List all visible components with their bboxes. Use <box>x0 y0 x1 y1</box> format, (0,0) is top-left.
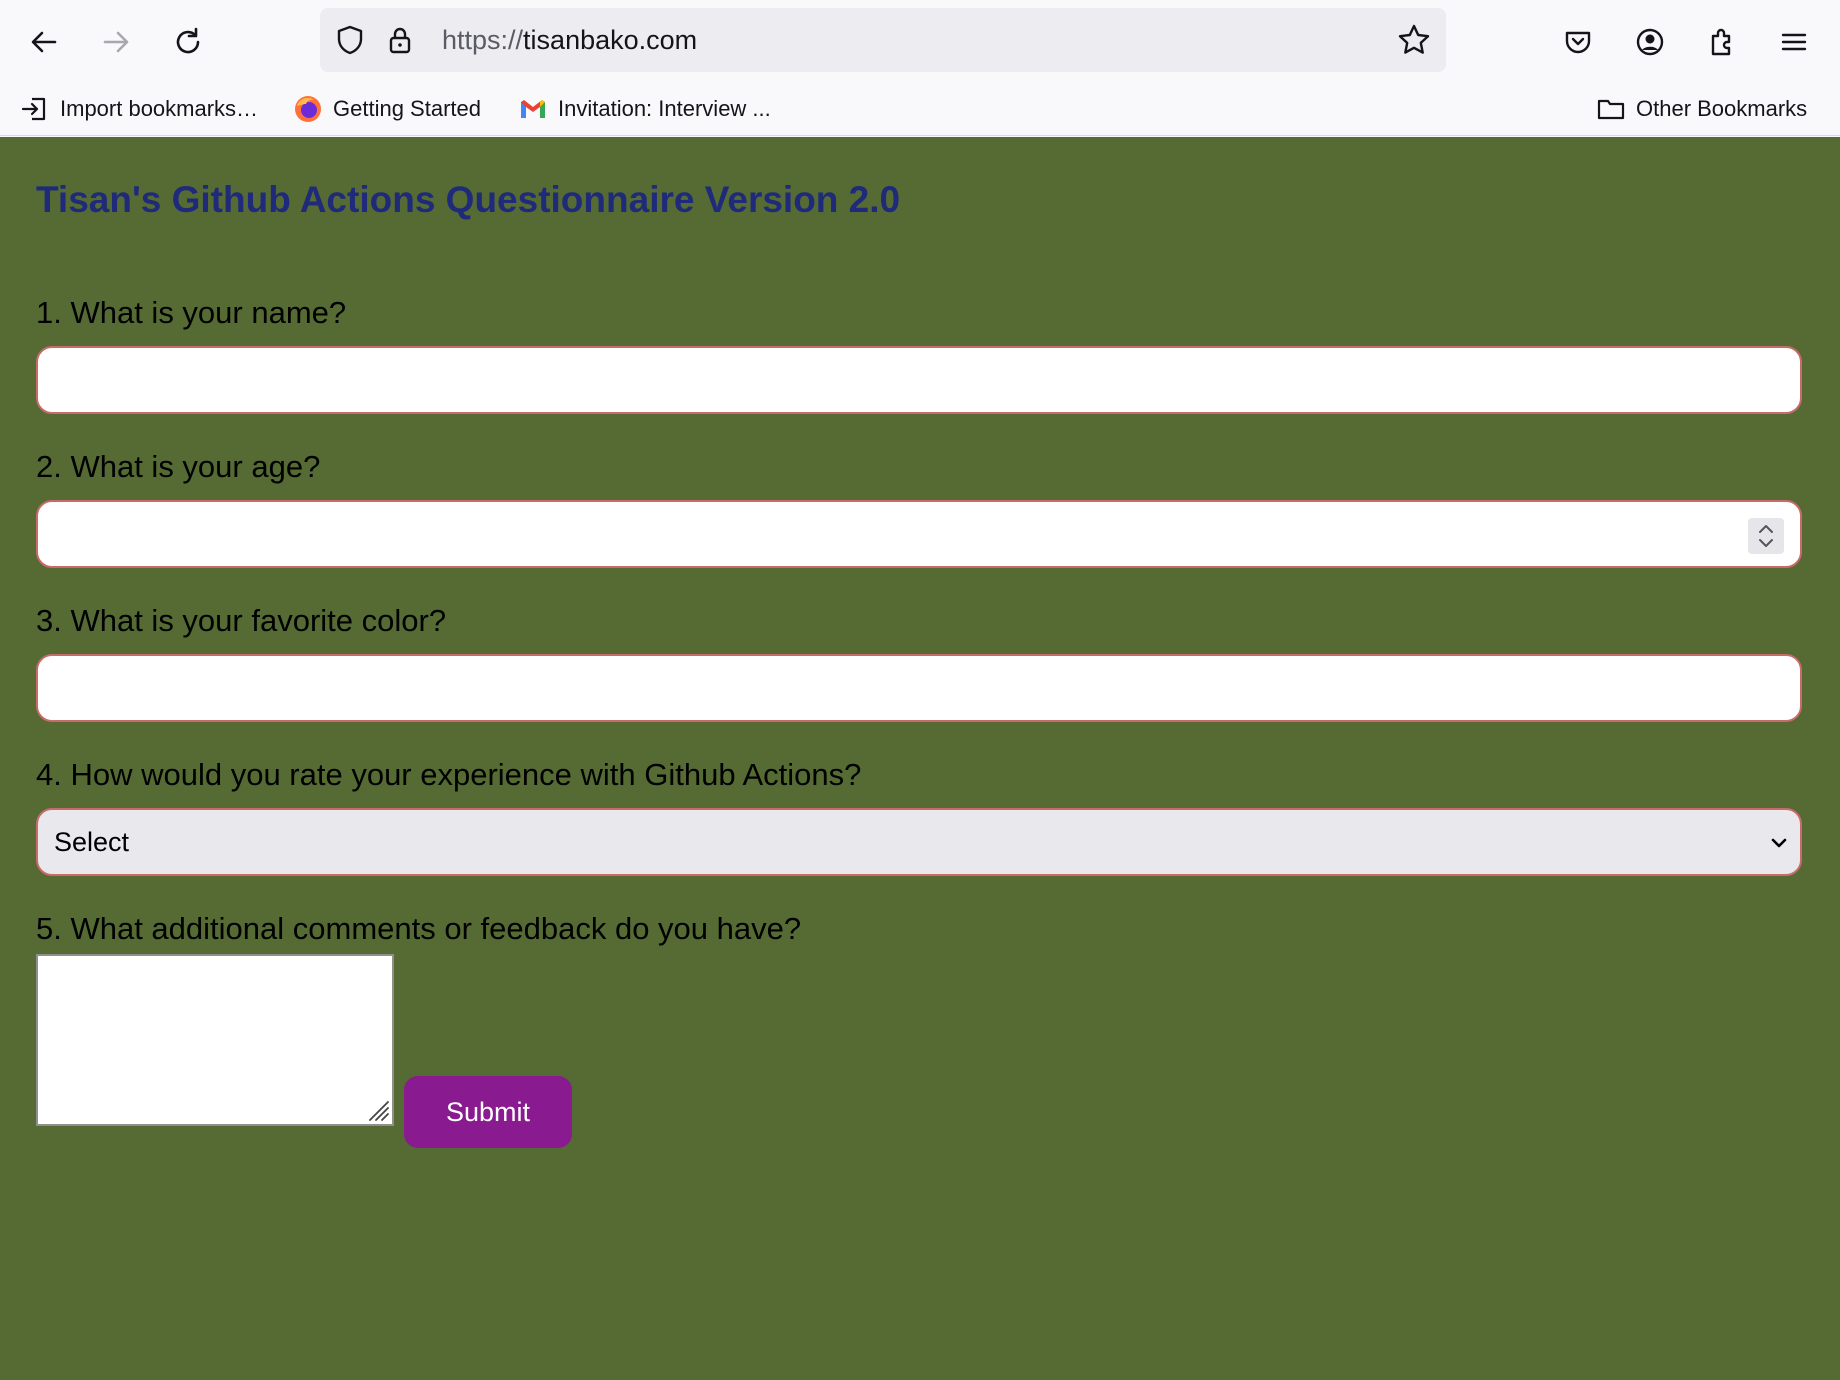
back-arrow-icon <box>31 31 57 53</box>
bookmark-label: Getting Started <box>333 96 481 121</box>
question-color-label: 3. What is your favorite color? <box>36 603 447 638</box>
forward-arrow-icon <box>103 31 129 53</box>
extensions-button[interactable] <box>1698 18 1746 66</box>
hamburger-menu-icon <box>1781 33 1807 51</box>
age-spinner[interactable] <box>1748 518 1784 554</box>
import-icon <box>21 97 46 121</box>
puzzle-piece-icon <box>1711 28 1731 56</box>
name-input[interactable] <box>36 346 1802 414</box>
bookmark-import[interactable]: Import bookmarks… <box>20 82 258 136</box>
bookmark-star-icon[interactable] <box>1396 22 1432 58</box>
bookmark-label: Invitation: Interview ... <box>558 96 771 121</box>
question-age-label: 2. What is your age? <box>36 449 321 484</box>
experience-select[interactable]: Select <box>36 808 1802 876</box>
account-icon <box>1636 28 1664 56</box>
favorite-color-input[interactable] <box>36 654 1802 722</box>
bookmark-getting-started[interactable]: Getting Started <box>293 82 481 136</box>
other-bookmarks-label: Other Bookmarks <box>1636 96 1808 121</box>
submit-button[interactable]: Submit <box>404 1076 572 1148</box>
bookmark-label: Import bookmarks… <box>60 96 259 121</box>
bookmark-invitation[interactable]: Invitation: Interview ... <box>518 82 771 136</box>
up-down-arrows-icon <box>1759 525 1773 547</box>
comments-textarea[interactable] <box>36 954 394 1126</box>
question-name-label: 1. What is your name? <box>36 295 347 330</box>
browser-toolbar: https://tisanbako.com <box>0 0 1840 82</box>
shield-icon[interactable] <box>334 24 366 56</box>
folder-icon <box>1597 99 1625 120</box>
account-button[interactable] <box>1626 18 1674 66</box>
bookmarks-toolbar: Import bookmarks… Getting Started Invita… <box>0 82 1840 136</box>
age-input[interactable] <box>36 500 1802 568</box>
resize-grip-icon[interactable] <box>364 1096 390 1122</box>
question-experience-label: 4. How would you rate your experience wi… <box>36 757 862 792</box>
gmail-icon <box>521 100 545 118</box>
lock-icon[interactable] <box>384 24 416 56</box>
menu-button[interactable] <box>1770 18 1818 66</box>
url-host: tisanbako.com <box>523 25 698 55</box>
pocket-button[interactable] <box>1554 18 1602 66</box>
page-title: Tisan's Github Actions Questionnaire Ver… <box>36 179 901 220</box>
chevron-down-icon <box>1771 838 1787 848</box>
back-button[interactable] <box>20 18 68 66</box>
address-bar[interactable]: https://tisanbako.com <box>320 8 1446 72</box>
page-content: Tisan's Github Actions Questionnaire Ver… <box>0 137 1840 1380</box>
reload-icon <box>176 27 200 54</box>
url-text[interactable]: https://tisanbako.com <box>442 8 697 72</box>
question-comments-label: 5. What additional comments or feedback … <box>36 911 802 946</box>
url-scheme: https:// <box>442 25 524 55</box>
pocket-icon <box>1565 31 1591 54</box>
reload-button[interactable] <box>164 18 212 66</box>
other-bookmarks[interactable]: Other Bookmarks <box>1596 82 1807 136</box>
experience-select-value: Select <box>54 827 130 857</box>
firefox-icon <box>295 96 321 122</box>
forward-button[interactable] <box>92 18 140 66</box>
